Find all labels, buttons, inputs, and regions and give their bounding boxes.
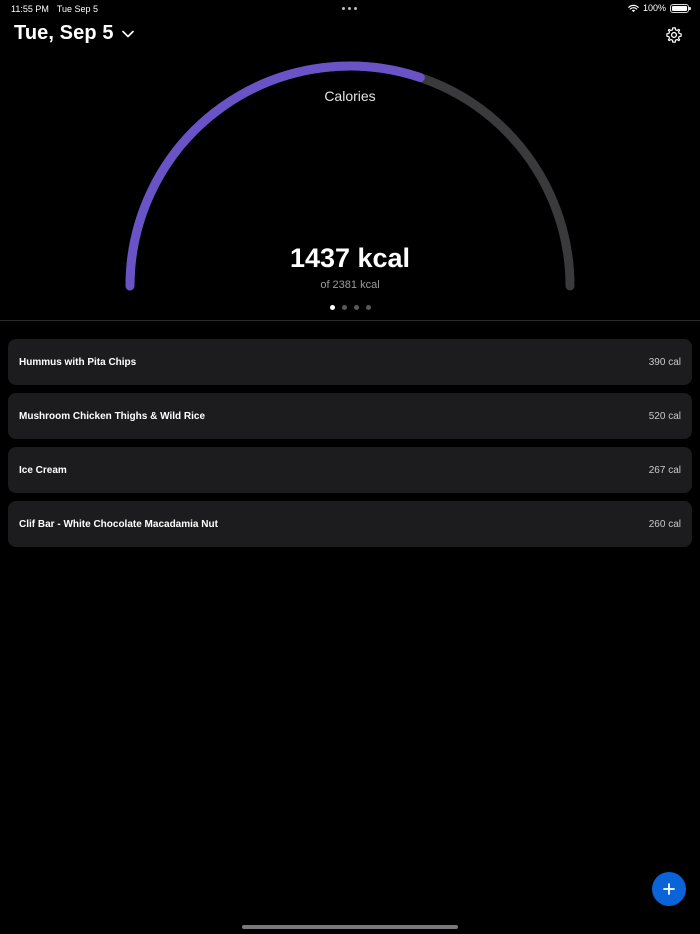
list-item[interactable]: Ice Cream 267 cal [8,447,692,493]
list-item[interactable]: Mushroom Chicken Thighs & Wild Rice 520 … [8,393,692,439]
food-calories: 260 cal [648,518,681,530]
page-dot[interactable] [329,305,335,310]
food-name: Ice Cream [19,464,67,476]
gear-icon[interactable] [665,26,683,44]
page-indicator[interactable] [0,305,700,310]
food-name: Hummus with Pita Chips [19,356,137,368]
battery-icon [670,3,691,13]
food-list: Hummus with Pita Chips 390 cal Mushroom … [8,339,692,547]
page-title: Tue, Sep 5 [14,22,114,44]
status-right: 100% [628,3,691,13]
food-name: Clif Bar - White Chocolate Macadamia Nut [19,518,218,530]
page-dot[interactable] [341,305,347,310]
status-time: 11:55 PM [11,4,49,14]
list-item[interactable]: Hummus with Pita Chips 390 cal [8,339,692,385]
calorie-goal: of 2381 kcal [320,279,380,291]
status-bar: 11:55 PM Tue Sep 5 100% [0,0,700,18]
list-item[interactable]: Clif Bar - White Chocolate Macadamia Nut… [8,501,692,547]
battery-percent: 100% [642,3,666,13]
food-name: Mushroom Chicken Thighs & Wild Rice [19,410,206,422]
food-calories: 267 cal [648,464,681,476]
status-left: 11:55 PM Tue Sep 5 [11,4,98,14]
home-indicator[interactable] [242,925,458,929]
date-selector[interactable]: Tue, Sep 5 [14,22,134,45]
calories-consumed: 1437 kcal [289,243,411,273]
add-food-button[interactable] [652,872,686,906]
food-calories: 520 cal [648,410,681,422]
divider [0,320,700,321]
multitasking-dots-icon[interactable] [342,7,357,10]
wifi-icon [628,4,639,12]
page-dot[interactable] [353,305,359,310]
calorie-gauge[interactable]: Calories 1437 kcal of 2381 kcal [0,50,700,320]
chevron-down-icon [121,30,134,37]
food-calories: 390 cal [648,356,681,368]
page-dot[interactable] [365,305,371,310]
plus-icon [663,883,675,895]
gauge-label: Calories [324,88,376,104]
status-date: Tue Sep 5 [56,4,99,14]
